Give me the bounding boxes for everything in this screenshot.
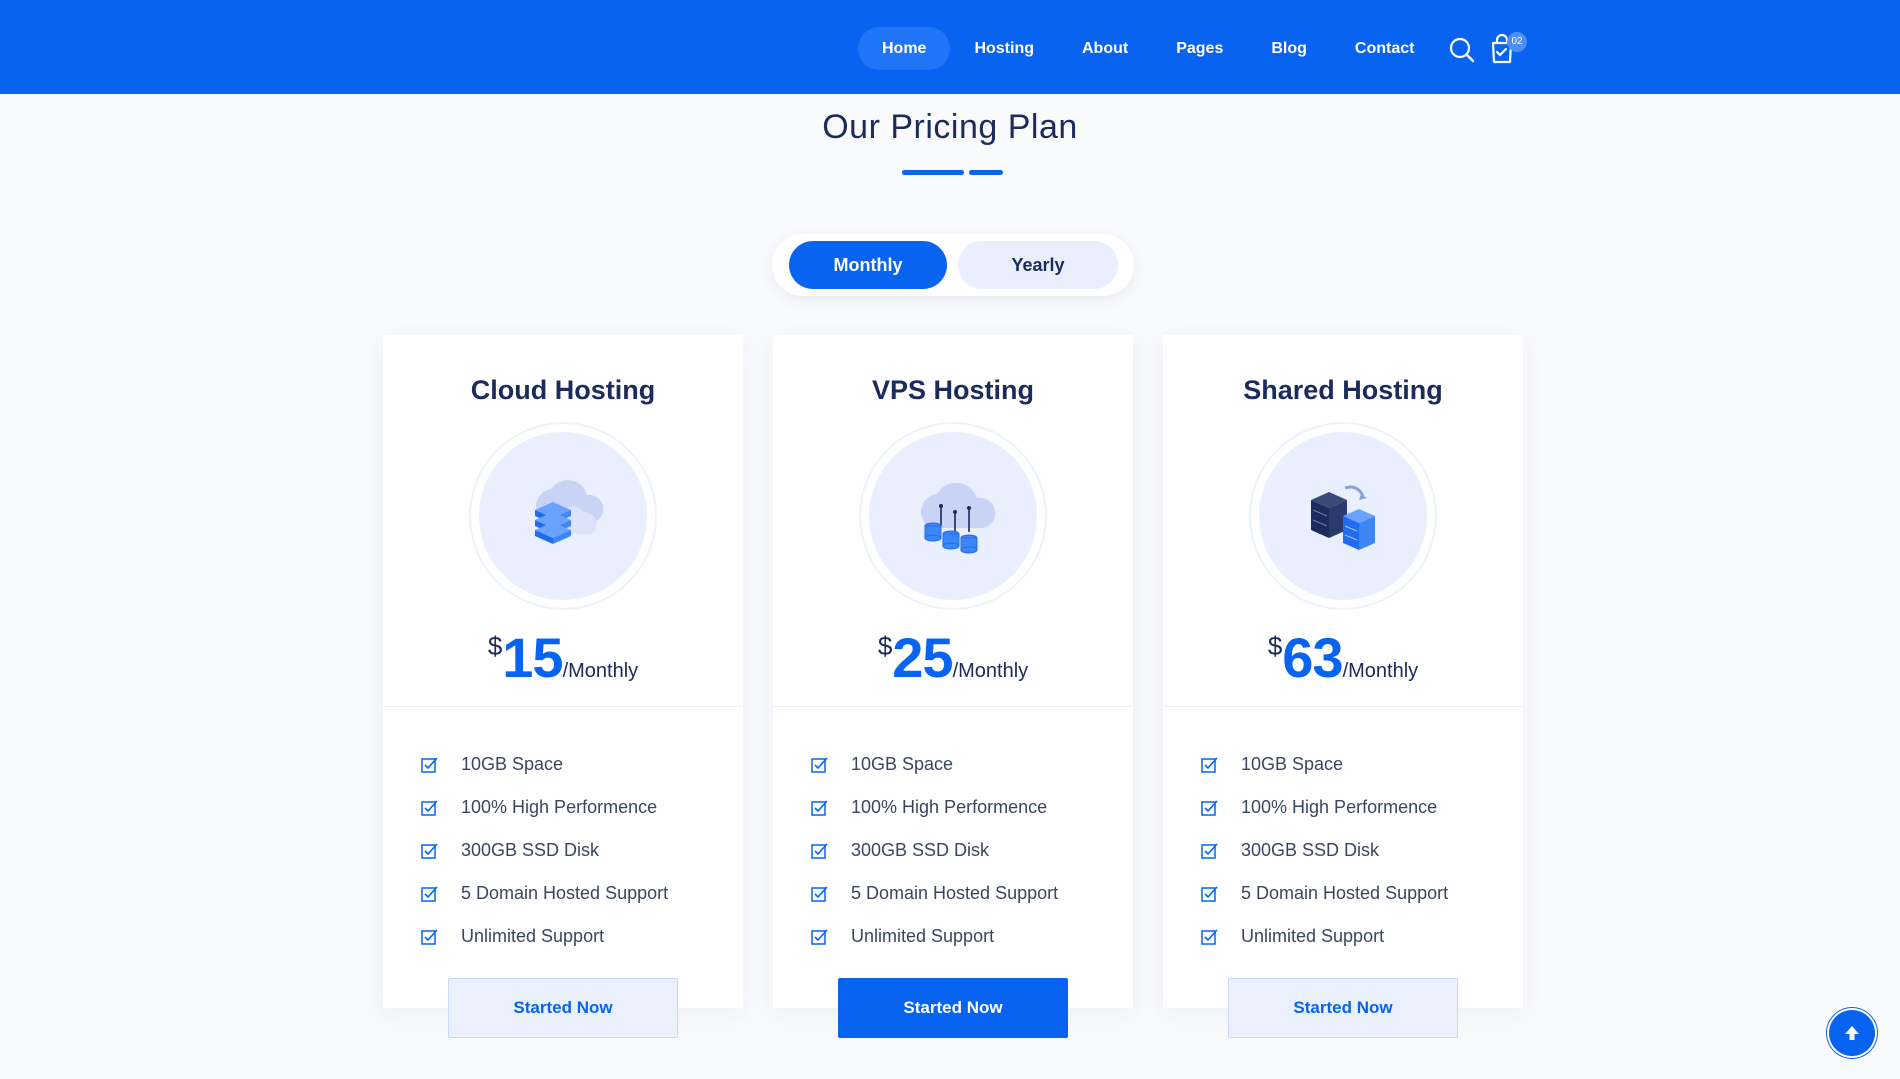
feature-list: 10GB Space 100% High Performence 300GB S… [811,743,1058,958]
checkbox-icon [811,756,828,773]
feature-item: 5 Domain Hosted Support [811,872,1058,915]
nav-home[interactable]: Home [858,27,951,70]
feature-item: 5 Domain Hosted Support [421,872,668,915]
icon-backdrop [1259,432,1427,600]
feature-label: 100% High Performence [461,797,658,817]
price-currency: $ [877,631,893,661]
checkbox-icon [1201,799,1218,816]
checkbox-icon [1201,756,1218,773]
main-nav: Home Hosting About Pages Blog Contact [858,27,1438,70]
price-period: /Monthly [562,660,639,682]
feature-item: Unlimited Support [811,915,1058,958]
pricing-card-cloud: Cloud Hosting $15/Monthly 10GB Space 100… [383,335,743,1038]
price-amount: 25 [892,626,953,689]
card-divider [773,706,1133,707]
card-divider [383,706,743,707]
pricing-card-shared: Shared Hosting $63/Monthly 10GB Space 10… [1163,335,1523,1038]
feature-list: 10GB Space 100% High Performence 300GB S… [1201,743,1448,958]
plan-price: $25/Monthly [773,625,1133,690]
feature-item: 5 Domain Hosted Support [1201,872,1448,915]
started-now-button[interactable]: Started Now [1228,978,1458,1038]
nav-pages[interactable]: Pages [1152,27,1247,70]
checkbox-icon [421,799,438,816]
cloud-database-icon [921,482,996,554]
nav-hosting[interactable]: Hosting [950,27,1058,70]
feature-label: 300GB SSD Disk [461,840,600,860]
section-title: Our Pricing Plan [822,108,1078,146]
feature-label: 5 Domain Hosted Support [1241,883,1449,903]
plan-title: Cloud Hosting [470,375,656,405]
cloud-server-icon [535,480,604,544]
feature-item: 300GB SSD Disk [1201,829,1448,872]
feature-item: 100% High Performence [421,786,668,829]
started-now-button[interactable]: Started Now [448,978,678,1038]
arrow-up-icon [1845,1026,1859,1040]
nav-about[interactable]: About [1058,27,1152,70]
feature-list: 10GB Space 100% High Performence 300GB S… [421,743,668,958]
feature-label: 10GB Space [1241,754,1344,774]
feature-item: 10GB Space [1201,743,1448,786]
feature-item: 100% High Performence [1201,786,1448,829]
icon-backdrop [869,432,1037,600]
price-amount: 63 [1282,626,1343,689]
billing-toggle: Monthly Yearly [772,234,1134,296]
title-underline-accent [969,170,1003,175]
checkbox-icon [1201,885,1218,902]
feature-label: Unlimited Support [1241,926,1385,946]
card-divider [1163,706,1523,707]
checkbox-icon [1201,928,1218,945]
pricing-card-vps: VPS Hosting $25/Monthly 10GB Space 100% … [773,335,1133,1038]
feature-item: 10GB Space [811,743,1058,786]
nav-contact[interactable]: Contact [1331,27,1439,70]
monthly-toggle-button[interactable]: Monthly [789,241,947,289]
back-to-top-button[interactable] [1829,1010,1875,1056]
feature-label: 5 Domain Hosted Support [461,883,669,903]
checkbox-icon [1201,842,1218,859]
feature-label: 100% High Performence [851,797,1048,817]
checkbox-icon [811,885,828,902]
feature-item: Unlimited Support [421,915,668,958]
feature-label: 300GB SSD Disk [851,840,990,860]
feature-label: 5 Domain Hosted Support [851,883,1059,903]
plan-title: Shared Hosting [1243,375,1443,405]
price-currency: $ [487,631,503,661]
price-period: /Monthly [1342,660,1419,682]
feature-item: 100% High Performence [811,786,1058,829]
price-amount: 15 [502,626,563,689]
price-currency: $ [1267,631,1283,661]
checkbox-icon [811,842,828,859]
checkbox-icon [421,928,438,945]
feature-label: 10GB Space [851,754,954,774]
feature-label: Unlimited Support [851,926,995,946]
cart-count-badge: 02 [1507,32,1527,52]
plan-price: $63/Monthly [1163,625,1523,690]
started-now-button[interactable]: Started Now [838,978,1068,1038]
checkbox-icon [421,842,438,859]
checkbox-icon [811,799,828,816]
feature-item: 300GB SSD Disk [811,829,1058,872]
feature-label: 10GB Space [461,754,564,774]
checkbox-icon [421,756,438,773]
checkbox-icon [421,885,438,902]
search-icon[interactable] [1448,36,1476,64]
plan-price: $15/Monthly [383,625,743,690]
feature-item: 300GB SSD Disk [421,829,668,872]
feature-item: 10GB Space [421,743,668,786]
icon-backdrop [479,432,647,600]
title-underline [902,170,964,175]
plan-title: VPS Hosting [871,375,1034,405]
feature-item: Unlimited Support [1201,915,1448,958]
nav-blog[interactable]: Blog [1247,27,1331,70]
feature-label: Unlimited Support [461,926,605,946]
shared-servers-icon [1311,485,1375,550]
price-period: /Monthly [952,660,1029,682]
top-navigation-bar: Home Hosting About Pages Blog Contact 02 [0,0,1900,94]
feature-label: 100% High Performence [1241,797,1438,817]
checkbox-icon [811,928,828,945]
feature-label: 300GB SSD Disk [1241,840,1380,860]
yearly-toggle-button[interactable]: Yearly [958,241,1118,289]
